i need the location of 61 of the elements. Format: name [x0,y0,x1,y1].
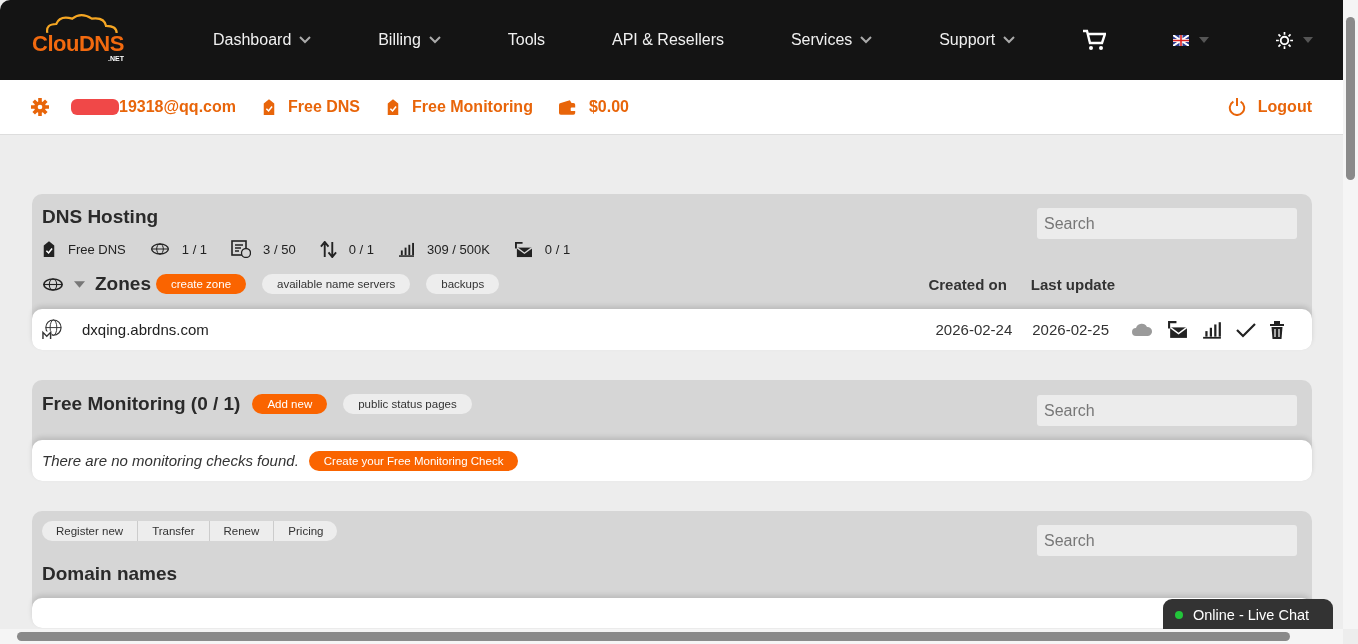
nav-menu-item[interactable]: API & Resellers [612,31,725,49]
nav-menu-item[interactable]: Dashboard [213,31,312,49]
globe-icon [149,242,170,256]
records-icon [231,240,252,258]
created-date: 2026-02-24 [935,321,1013,338]
domain-tab[interactable]: Renew [209,521,275,541]
pill-button[interactable]: available name servers [262,274,411,294]
empty-message: There are no monitoring checks found. [42,452,299,469]
checkmark-icon[interactable] [1236,321,1256,338]
up-down-arrows-icon [319,240,337,258]
live-chat-button[interactable]: Online - Live Chat [1163,599,1333,629]
stat-value: 1 / 1 [181,241,208,257]
tag-check-icon [262,98,276,116]
section-title: Free Monitoring (0 / 1) [42,393,241,415]
stat-value: 3 / 50 [263,241,296,257]
zone-domain[interactable]: dxqing.abrdns.com [82,321,209,338]
nav-menu-item[interactable]: Services [790,31,873,49]
bar-chart-icon[interactable] [1202,320,1222,339]
flag-icon [1173,34,1189,46]
nav-menu-item[interactable]: Billing [378,31,441,49]
trash-icon[interactable] [1270,320,1284,339]
stat-value: Free DNS [68,241,126,257]
globe-icon [42,319,63,340]
sun-icon [1275,31,1293,49]
globe-icon [42,276,64,292]
horizontal-scrollbar[interactable] [0,629,1343,644]
search-field[interactable]: Search [1037,208,1297,239]
pill-button[interactable]: public status pages [343,394,472,414]
section-title: Domain names [42,563,179,585]
wallet-icon [558,99,577,115]
nav-menu-item[interactable]: Support [939,31,1016,49]
domain-tab[interactable]: Pricing [274,521,338,541]
stat-value: 0 / 1 [348,241,374,257]
power-icon [1227,98,1246,116]
column-header: Last update [1030,275,1115,293]
zones-title: Zones [95,273,151,295]
caret-icon [1302,37,1313,43]
stat-value: 0 / 1 [544,241,571,257]
language-selector[interactable] [1173,34,1209,46]
domain-tab[interactable]: Register new [42,521,139,541]
mail-forward-icon [513,240,533,258]
bar-chart-icon [397,241,415,257]
column-header: Created on [928,275,1007,293]
caret-icon [1199,37,1209,43]
nav-menu-item[interactable]: Tools [507,31,546,49]
theme-selector[interactable] [1275,31,1313,49]
mail-forward-icon[interactable] [1167,320,1188,339]
expand-caret-icon[interactable] [74,280,85,288]
domain-tab[interactable]: Transfer [138,521,210,541]
pill-button[interactable]: backups [426,274,500,294]
tag-check-icon [42,240,56,258]
vertical-scrollbar[interactable] [1343,0,1358,629]
shopping-cart-icon[interactable] [1082,29,1107,51]
search-field[interactable]: Search [1037,395,1297,426]
tag-check-icon [386,98,400,116]
updated-date: 2026-02-25 [1032,321,1109,338]
section-title: DNS Hosting [42,206,160,228]
stat-value: 309 / 500K [426,241,490,257]
zone-row[interactable]: dxqing.abrdns.com 2026-02-24 2026-02-25 [32,309,1312,350]
search-field[interactable]: Search [1037,525,1297,556]
settings-icon[interactable] [31,98,49,116]
